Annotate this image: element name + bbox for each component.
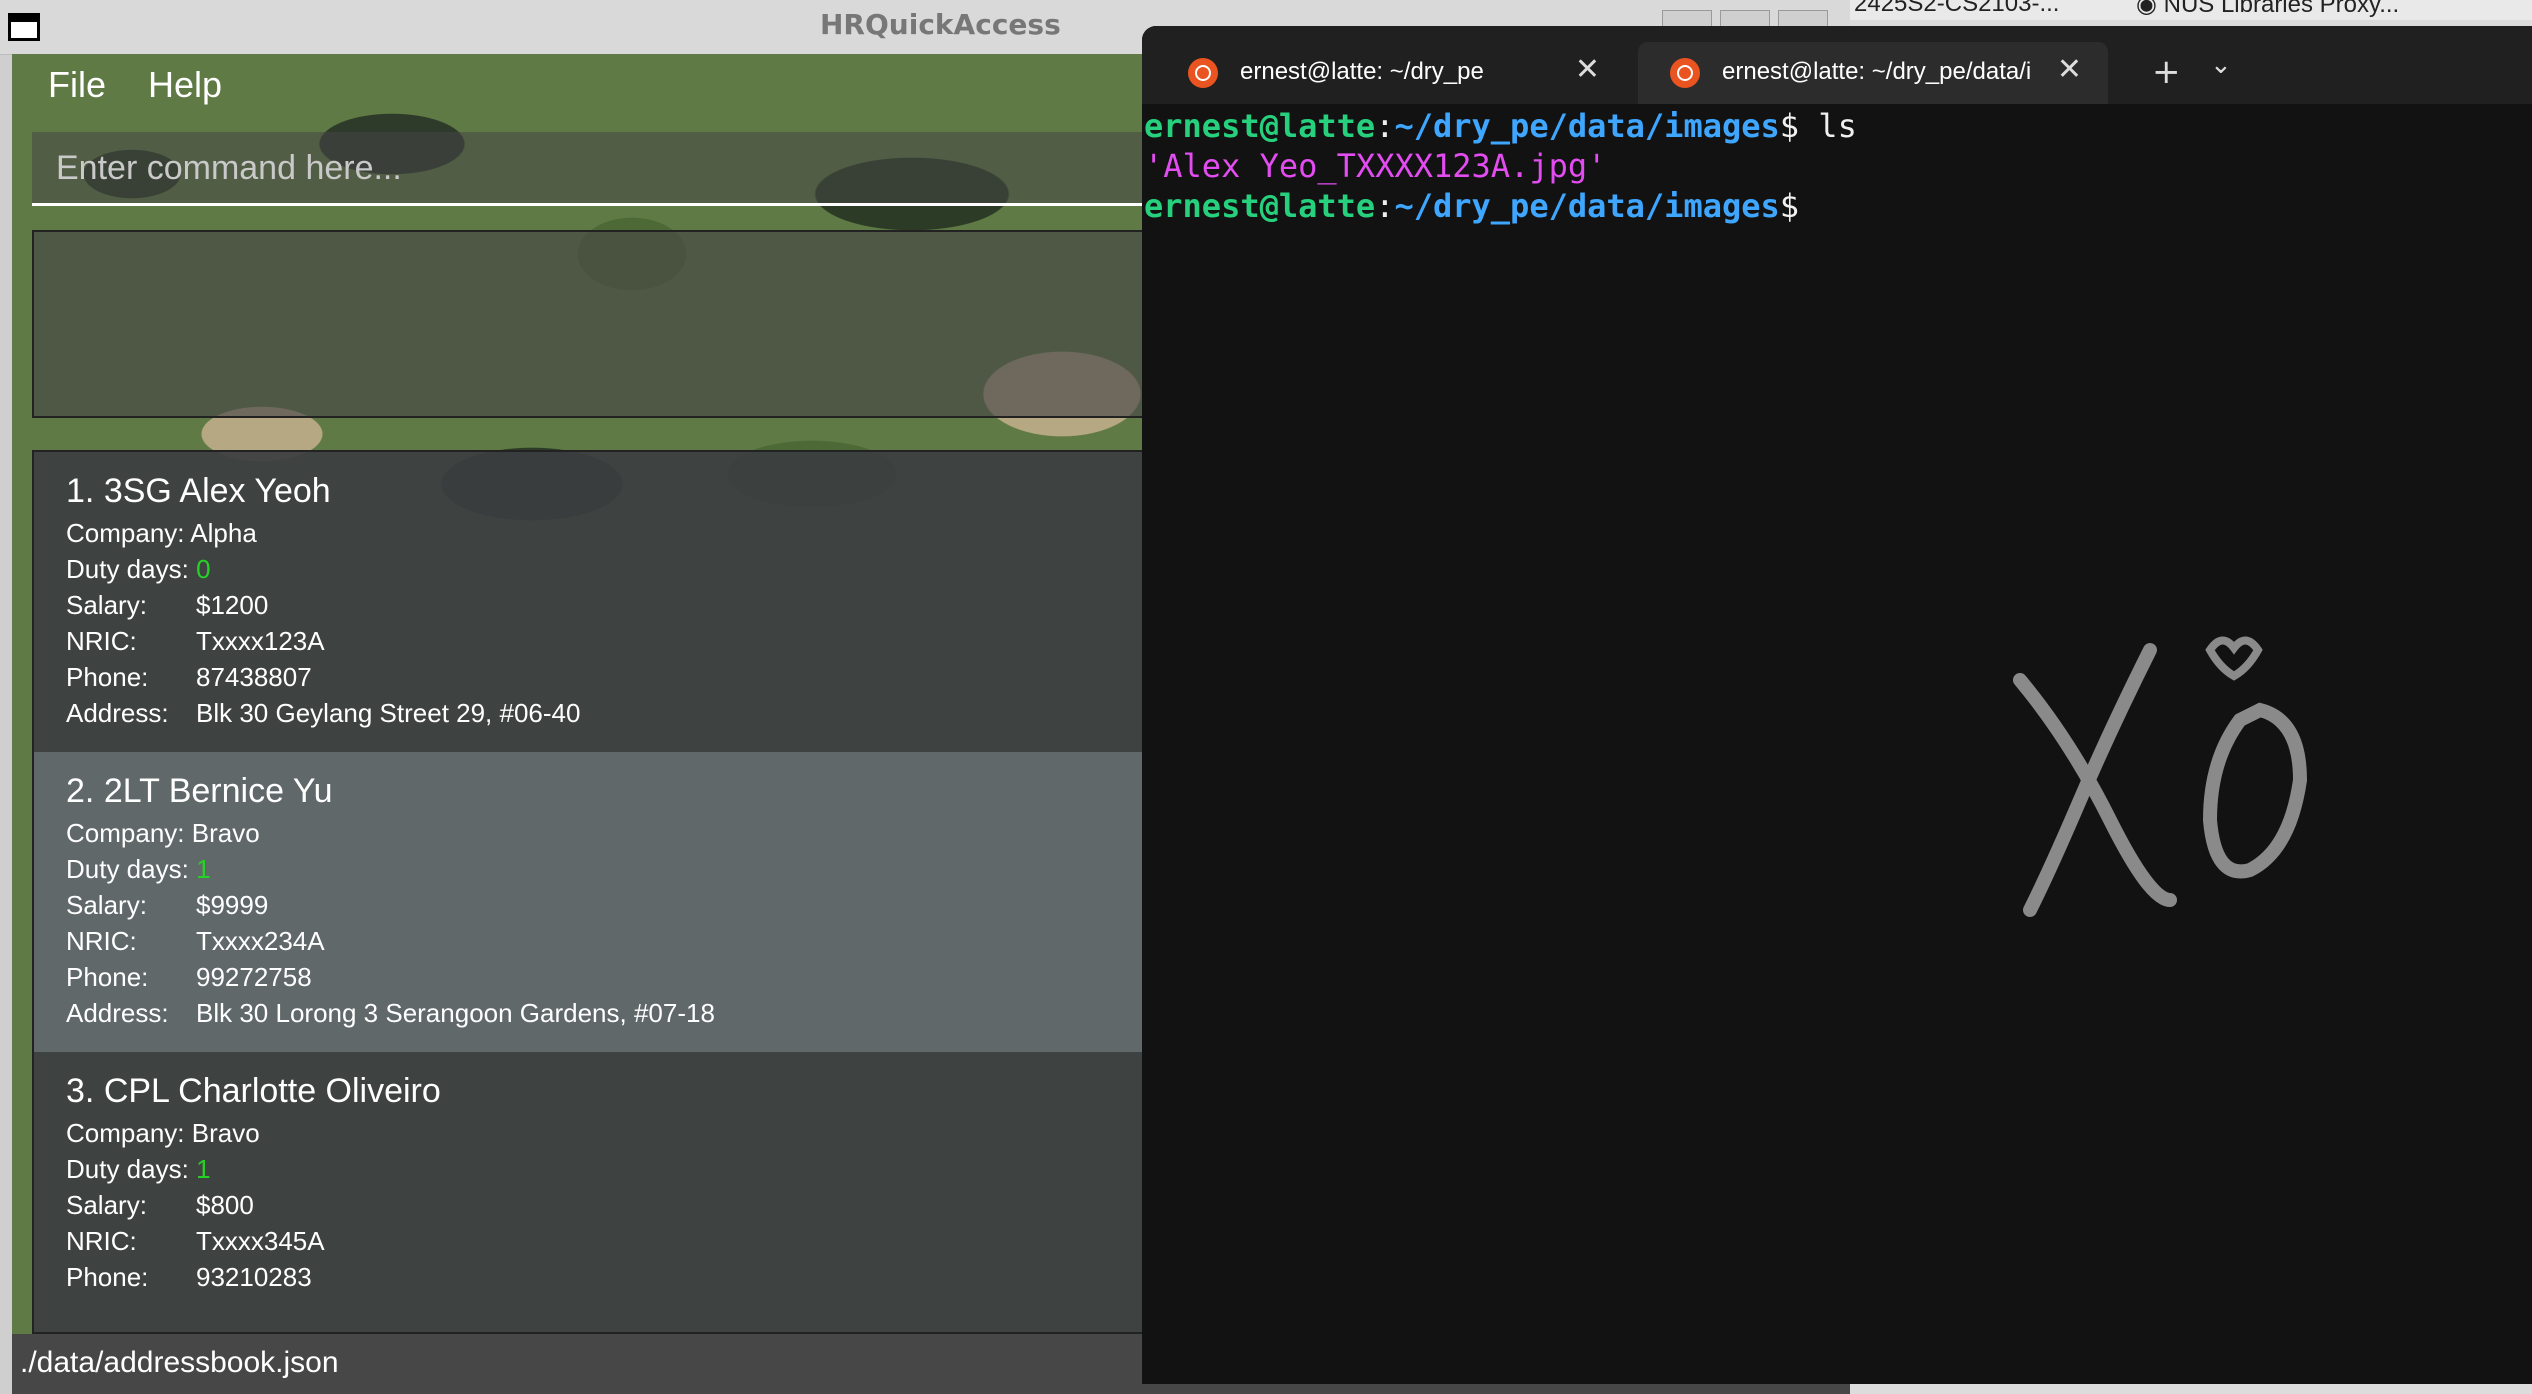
menu-file[interactable]: File xyxy=(48,64,106,106)
window-title: HRQuickAccess xyxy=(820,8,1061,41)
browser-tab-1[interactable]: 2425S2-CS2103-... xyxy=(1854,0,2059,18)
window-icon[interactable] xyxy=(8,13,40,41)
terminal-tab-bar: ernest@latte: ~/dry_pe ✕ ernest@latte: ~… xyxy=(1142,26,2532,104)
person-name: 2. 2LT Bernice Yu xyxy=(66,772,333,810)
menu-help[interactable]: Help xyxy=(148,64,222,106)
phone-row: Phone: 93210283 xyxy=(66,1262,312,1292)
address-row: Address: Blk 30 Geylang Street 29, #06-40 xyxy=(66,698,581,728)
close-icon[interactable]: ✕ xyxy=(2057,52,2082,87)
salary-row: Salary: $9999 xyxy=(66,890,269,920)
browser-tabs-strip: 2425S2-CS2103-... ◉ NUS Libraries Proxy.… xyxy=(1846,0,2532,20)
terminal-tab-1[interactable]: ernest@latte: ~/dry_pe ✕ xyxy=(1156,42,1626,104)
duty-days-row: Duty days: 1 xyxy=(66,1154,211,1184)
address-row: Address: Blk 30 Lorong 3 Serangoon Garden… xyxy=(66,998,715,1028)
nric-row: NRIC: Txxxx123A xyxy=(66,626,325,656)
terminal-tab-2[interactable]: ernest@latte: ~/dry_pe/data/i ✕ xyxy=(1638,42,2108,104)
company-row: Company: Bravo xyxy=(66,1118,260,1148)
browser-tab-2[interactable]: ◉ NUS Libraries Proxy... xyxy=(2136,0,2399,19)
status-file-path: ./data/addressbook.json xyxy=(20,1346,339,1379)
duty-days-row: Duty days: 1 xyxy=(66,854,211,884)
close-icon[interactable]: ✕ xyxy=(1575,52,1600,87)
output-line: 'Alex Yeo_TXXXX123A.jpg' xyxy=(1144,147,1607,185)
person-name: 3. CPL Charlotte Oliveiro xyxy=(66,1072,441,1110)
prompt-line: ernest@latte:~/dry_pe/data/images$ ls xyxy=(1144,107,1857,145)
ubuntu-icon xyxy=(1188,58,1218,88)
phone-row: Phone: 87438807 xyxy=(66,662,312,692)
duty-days-row: Duty days: 0 xyxy=(66,554,211,584)
xo-watermark xyxy=(2013,636,2308,917)
chevron-down-icon[interactable]: ⌄ xyxy=(2210,50,2232,80)
salary-row: Salary: $800 xyxy=(66,1190,254,1220)
tab-title: ernest@latte: ~/dry_pe xyxy=(1240,58,1484,85)
prompt-line: ernest@latte:~/dry_pe/data/images$ xyxy=(1144,187,1800,225)
salary-row: Salary: $1200 xyxy=(66,590,269,620)
ubuntu-icon xyxy=(1670,58,1700,88)
company-row: Company: Bravo xyxy=(66,818,260,848)
phone-row: Phone: 99272758 xyxy=(66,962,312,992)
person-name: 1. 3SG Alex Yeoh xyxy=(66,472,331,510)
nric-row: NRIC: Txxxx345A xyxy=(66,1226,325,1256)
company-row: Company: Alpha xyxy=(66,518,257,548)
tab-title: ernest@latte: ~/dry_pe/data/i xyxy=(1722,58,2032,85)
nric-row: NRIC: Txxxx234A xyxy=(66,926,325,956)
new-tab-plus-icon[interactable]: + xyxy=(2152,52,2181,92)
